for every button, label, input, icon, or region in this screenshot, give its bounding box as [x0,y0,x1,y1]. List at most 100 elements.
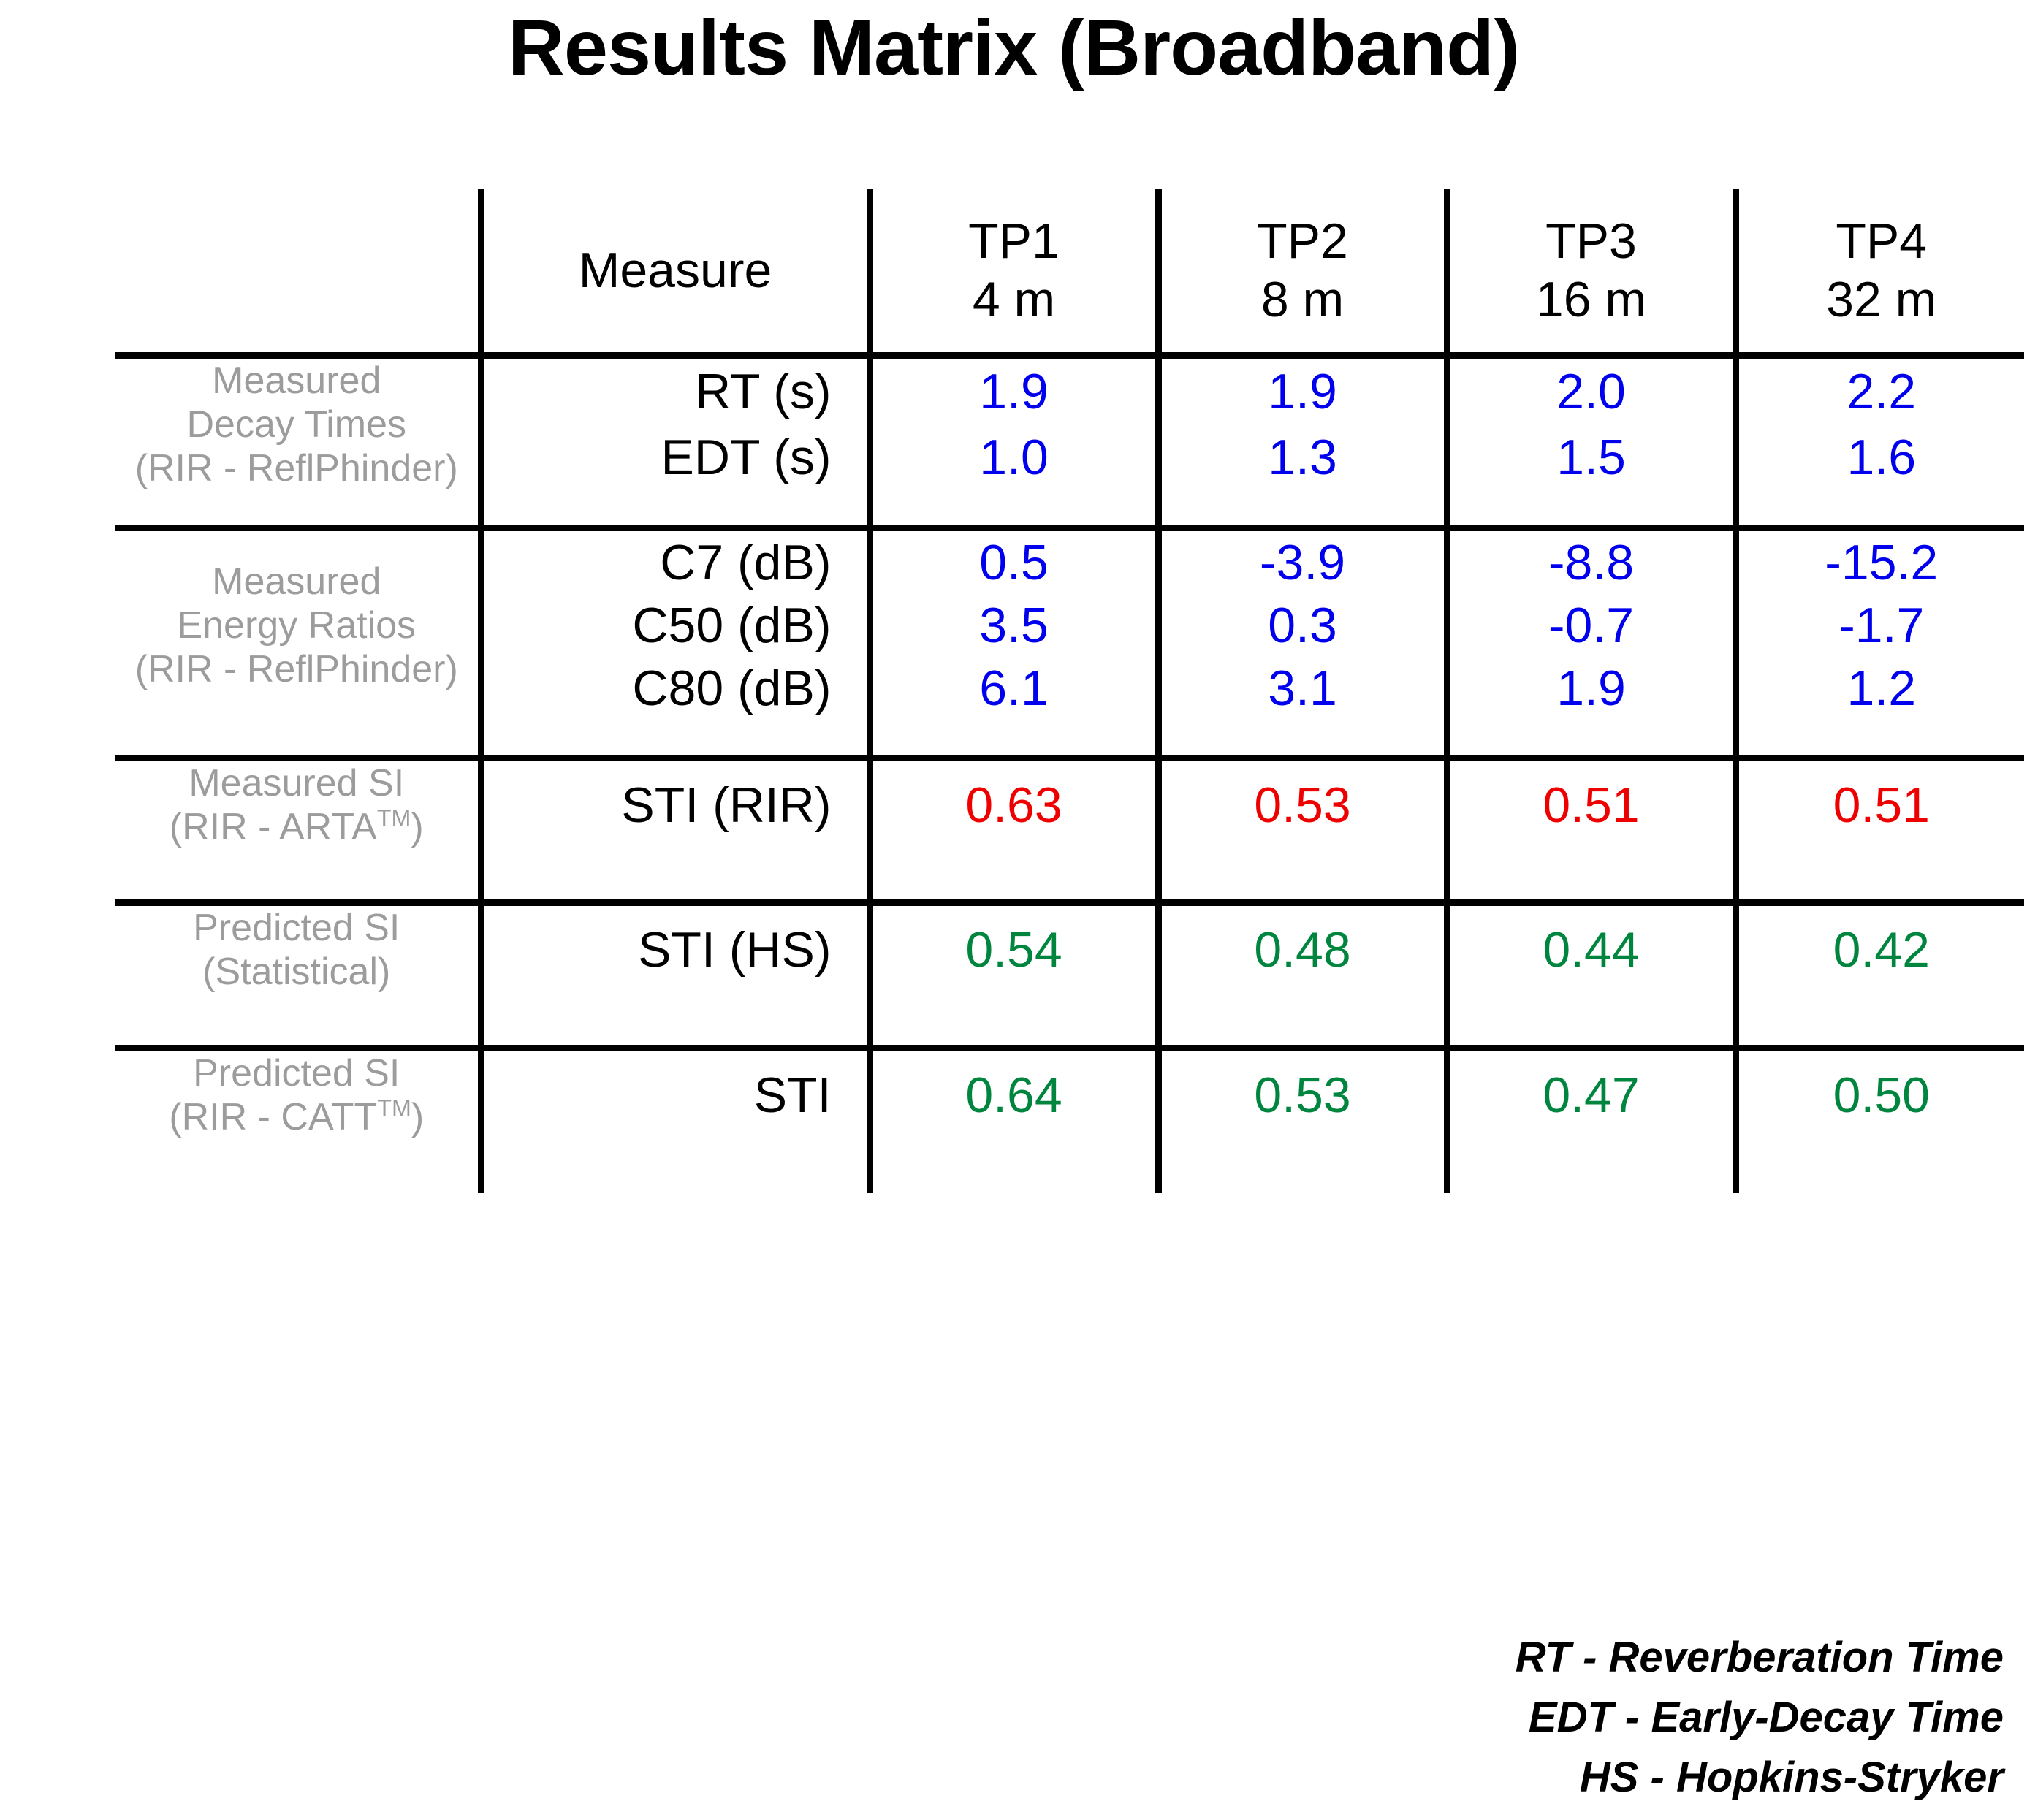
group-label: Predicted SI (Statistical) [115,899,481,994]
header-tp-name: TP3 [1545,213,1637,269]
spacer-cell [1155,1138,1447,1193]
header-column-tp3: TP3 16 m [1443,189,1735,355]
spacer-cell [866,490,1158,528]
header-tp-name: TP1 [968,213,1060,269]
spacer-cell [866,848,1158,903]
spacer-cell [1443,994,1735,1048]
group-label: Predicted SI (RIR - CATTTM) [115,1044,481,1139]
group-label-line: Measured [212,359,381,402]
header-tp-distance: 4 m [972,271,1056,327]
measure-label: RT (s) [477,351,870,424]
spacer-cell [1155,848,1447,903]
group-label: Measured Decay Times (RIR - ReflPhinder) [115,351,481,490]
group-label-line: Measured [212,560,381,603]
value-cell: -15.2 [1732,525,2024,594]
group-label-line: (RIR - ARTATM) [169,804,424,848]
spacer-cell [477,490,870,528]
measure-label: STI (HS) [477,899,870,994]
header-measure: Measure [477,189,870,355]
spacer-cell [1732,994,2024,1048]
value-cell: -3.9 [1155,525,1447,594]
header-tp-distance: 16 m [1535,271,1647,327]
group-label-line: Decay Times [186,403,407,446]
header-column-tp2: TP2 8 m [1155,189,1447,355]
group-label-line: Predicted SI [193,907,400,949]
spacer-cell [1443,720,1735,758]
table-row: Predicted SI (Statistical) STI (HS) 0.54 0.4… [115,899,2024,994]
group-spacer-row [115,1138,2024,1193]
value-cell: 0.51 [1732,754,2024,849]
group-label-line: (RIR - ReflPhinder) [134,446,458,490]
value-cell: 1.2 [1732,657,2024,720]
measure-label: C7 (dB) [477,525,870,594]
table-header-row: Measure TP1 4 m TP2 8 m TP3 16 m TP4 32 m [115,189,2024,355]
value-cell: 0.50 [1732,1044,2024,1139]
measure-label: C50 (dB) [477,594,870,657]
spacer-cell [1155,994,1447,1048]
value-cell: 0.47 [1443,1044,1735,1139]
value-cell: 0.48 [1155,899,1447,994]
spacer-cell [1732,490,2024,528]
group-label-line: (RIR - ReflPhinder) [134,648,458,690]
value-cell: 0.51 [1443,754,1735,849]
spacer-cell [866,994,1158,1048]
footnote-legend: RT - Reverberation Time EDT - Early-Decay… [1516,1628,2004,1808]
group-spacer-row [115,848,2024,903]
value-cell: 0.64 [866,1044,1158,1139]
spacer-cell [1443,848,1735,903]
spacer-cell [115,490,481,528]
value-cell: 6.1 [866,657,1158,720]
results-matrix-table: Measure TP1 4 m TP2 8 m TP3 16 m TP4 32 m Measure… [115,189,2024,1193]
value-cell: 0.42 [1732,899,2024,994]
group-label-line: Measured SI [189,761,405,804]
spacer-cell [477,994,870,1048]
spacer-cell [1732,848,2024,903]
value-cell: 3.1 [1155,657,1447,720]
header-column-tp1: TP1 4 m [866,189,1158,355]
value-cell: 3.5 [866,594,1158,657]
group-spacer-row [115,994,2024,1048]
value-cell: -8.8 [1443,525,1735,594]
spacer-cell [1155,720,1447,758]
spacer-cell [1443,490,1735,528]
value-cell: 1.3 [1155,424,1447,490]
group-label-line: Predicted SI [193,1051,400,1094]
spacer-cell [866,1138,1158,1193]
spacer-cell [115,1139,481,1193]
spacer-cell [115,849,481,903]
header-tp-distance: 32 m [1826,271,1937,327]
value-cell: 1.6 [1732,424,2024,490]
page-title: Results Matrix (Broadband) [507,3,1520,91]
group-label: Measured SI (RIR - ARTATM) [115,754,481,849]
spacer-cell [477,1138,870,1193]
value-cell: 0.53 [1155,754,1447,849]
footnote-line: HS - Hopkins-Stryker [1579,1754,2004,1801]
footnote-line: EDT - Early-Decay Time [1528,1694,2004,1741]
value-cell: -1.7 [1732,594,2024,657]
spacer-cell [477,720,870,758]
value-cell: 1.0 [866,424,1158,490]
spacer-cell [1732,720,2024,758]
group-spacer-row [115,490,2024,528]
header-column-tp4: TP4 32 m [1732,189,2024,355]
value-cell: -0.7 [1443,594,1735,657]
spacer-cell [115,994,481,1048]
value-cell: 0.54 [866,899,1158,994]
table-row: Predicted SI (RIR - CATTTM) STI 0.64 0.53 0.4… [115,1044,2024,1139]
table-row: Measured Energy Ratios (RIR - ReflPhinder)… [115,525,2024,720]
trademark-symbol: TM [376,804,411,831]
value-cell: 0.5 [866,525,1158,594]
value-cell: 0.3 [1155,594,1447,657]
value-cell: 1.5 [1443,424,1735,490]
measure-label: STI [477,1044,870,1139]
measure-label: C80 (dB) [477,657,870,720]
group-spacer-row [115,720,2024,758]
table-row: Measured Decay Times (RIR - ReflPhinder) RT… [115,351,2024,490]
header-group-spacer [115,189,481,355]
spacer-cell [477,848,870,903]
value-cell: 1.9 [1443,657,1735,720]
spacer-cell [1155,490,1447,528]
value-cell: 0.63 [866,754,1158,849]
measure-label: STI (RIR) [477,754,870,849]
value-cell: 1.9 [866,351,1158,424]
